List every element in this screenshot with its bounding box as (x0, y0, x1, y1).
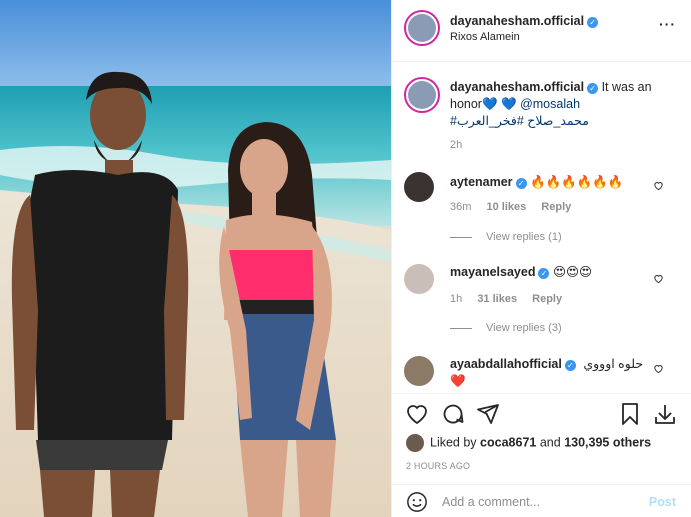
comment-username[interactable]: ayaabdallahofficial (450, 357, 562, 371)
verified-icon: ✓ (564, 360, 576, 371)
liked-by-and: and (539, 435, 561, 450)
like-heart-icon[interactable] (405, 402, 429, 426)
post-comment-button[interactable]: Post (649, 495, 676, 509)
author-avatar[interactable] (404, 10, 440, 46)
view-replies-label: View replies (1) (486, 231, 562, 243)
author-name-row: dayanahesham.official ✓ (450, 14, 599, 28)
verified-icon: ✓ (515, 178, 527, 189)
like-comment-heart-icon[interactable] (653, 273, 664, 284)
liker-avatar[interactable] (406, 434, 424, 452)
comment-input[interactable]: Add a comment... (442, 495, 540, 509)
comment-likes[interactable]: 31 likes (477, 293, 517, 305)
verified-icon: ✓ (538, 268, 550, 279)
comment-likes[interactable]: 10 likes (486, 201, 526, 213)
caption-avatar[interactable] (404, 77, 440, 113)
view-replies-label: View replies (3) (486, 322, 562, 334)
liked-by-line: Liked by coca8671 and 130,395 others (406, 434, 651, 452)
verified-icon: ✓ (587, 17, 599, 28)
more-options-icon[interactable]: ··· (659, 16, 676, 32)
like-comment-heart-icon[interactable] (653, 180, 664, 191)
comment-reply-button[interactable]: Reply (541, 201, 571, 213)
liked-by-count[interactable]: 130,395 others (564, 435, 651, 449)
like-comment-heart-icon[interactable] (653, 363, 664, 374)
caption-text: dayanahesham.official ✓ It was an honor💙 … (450, 79, 680, 130)
comment-text: aytenamer ✓ 🔥🔥🔥🔥🔥🔥 (450, 174, 623, 191)
add-comment-bar: Add a comment... Post (392, 484, 691, 517)
comment-meta: 36m 10 likes Reply (450, 201, 583, 213)
caption-hearts: 💙 💙 (481, 97, 517, 111)
share-icon[interactable] (476, 402, 500, 426)
comment-username[interactable]: mayanelsayed (450, 265, 535, 279)
comment-avatar[interactable] (404, 264, 434, 294)
comment-icon[interactable] (441, 402, 465, 426)
comment-body: 😍😍😍 (552, 265, 593, 279)
comment-avatar[interactable] (404, 172, 434, 202)
comment-avatar[interactable] (404, 356, 434, 386)
liked-by-user[interactable]: coca8671 (480, 435, 536, 449)
comment-meta: 1h 31 likes Reply (450, 293, 574, 305)
caption-hashtags[interactable]: #محمد_صلاح #فخر_العرب (450, 114, 589, 128)
view-replies-button[interactable]: View replies (1) (450, 231, 562, 243)
download-icon[interactable] (653, 402, 677, 426)
comment-body: 🔥🔥🔥🔥🔥🔥 (530, 175, 624, 189)
caption-username[interactable]: dayanahesham.official (450, 80, 584, 94)
post-photo[interactable] (0, 0, 391, 517)
caption-mention[interactable]: @mosalah (520, 97, 580, 111)
comment-username[interactable]: aytenamer (450, 175, 513, 189)
comment-reply-button[interactable]: Reply (532, 293, 562, 305)
comment-age: 36m (450, 201, 472, 213)
caption-age: 2h (450, 139, 463, 151)
verified-icon: ✓ (587, 83, 599, 94)
author-username[interactable]: dayanahesham.official (450, 14, 584, 28)
post-actions: Liked by coca8671 and 130,395 others 2 H… (392, 393, 691, 483)
comment-heart-emoji: ❤️ (450, 374, 466, 388)
post-timestamp[interactable]: 2 HOURS AGO (406, 461, 470, 471)
comment-text: ayaabdallahofficial ✓ حلوه اوووي ❤️ (450, 356, 643, 390)
save-bookmark-icon[interactable] (618, 402, 642, 426)
view-replies-button[interactable]: View replies (3) (450, 322, 562, 334)
comment-text: mayanelsayed ✓ 😍😍😍 (450, 264, 592, 281)
comment-body: حلوه اوووي (583, 357, 644, 371)
post-header: dayanahesham.official ✓ Rixos Alamein ··· (392, 0, 691, 62)
emoji-icon[interactable] (406, 491, 428, 513)
post-location[interactable]: Rixos Alamein (450, 31, 520, 43)
comment-age: 1h (450, 293, 463, 305)
post-image (0, 0, 391, 517)
liked-by-prefix: Liked by (430, 435, 477, 450)
post-side-panel: dayanahesham.official ✓ Rixos Alamein ···… (391, 0, 691, 517)
